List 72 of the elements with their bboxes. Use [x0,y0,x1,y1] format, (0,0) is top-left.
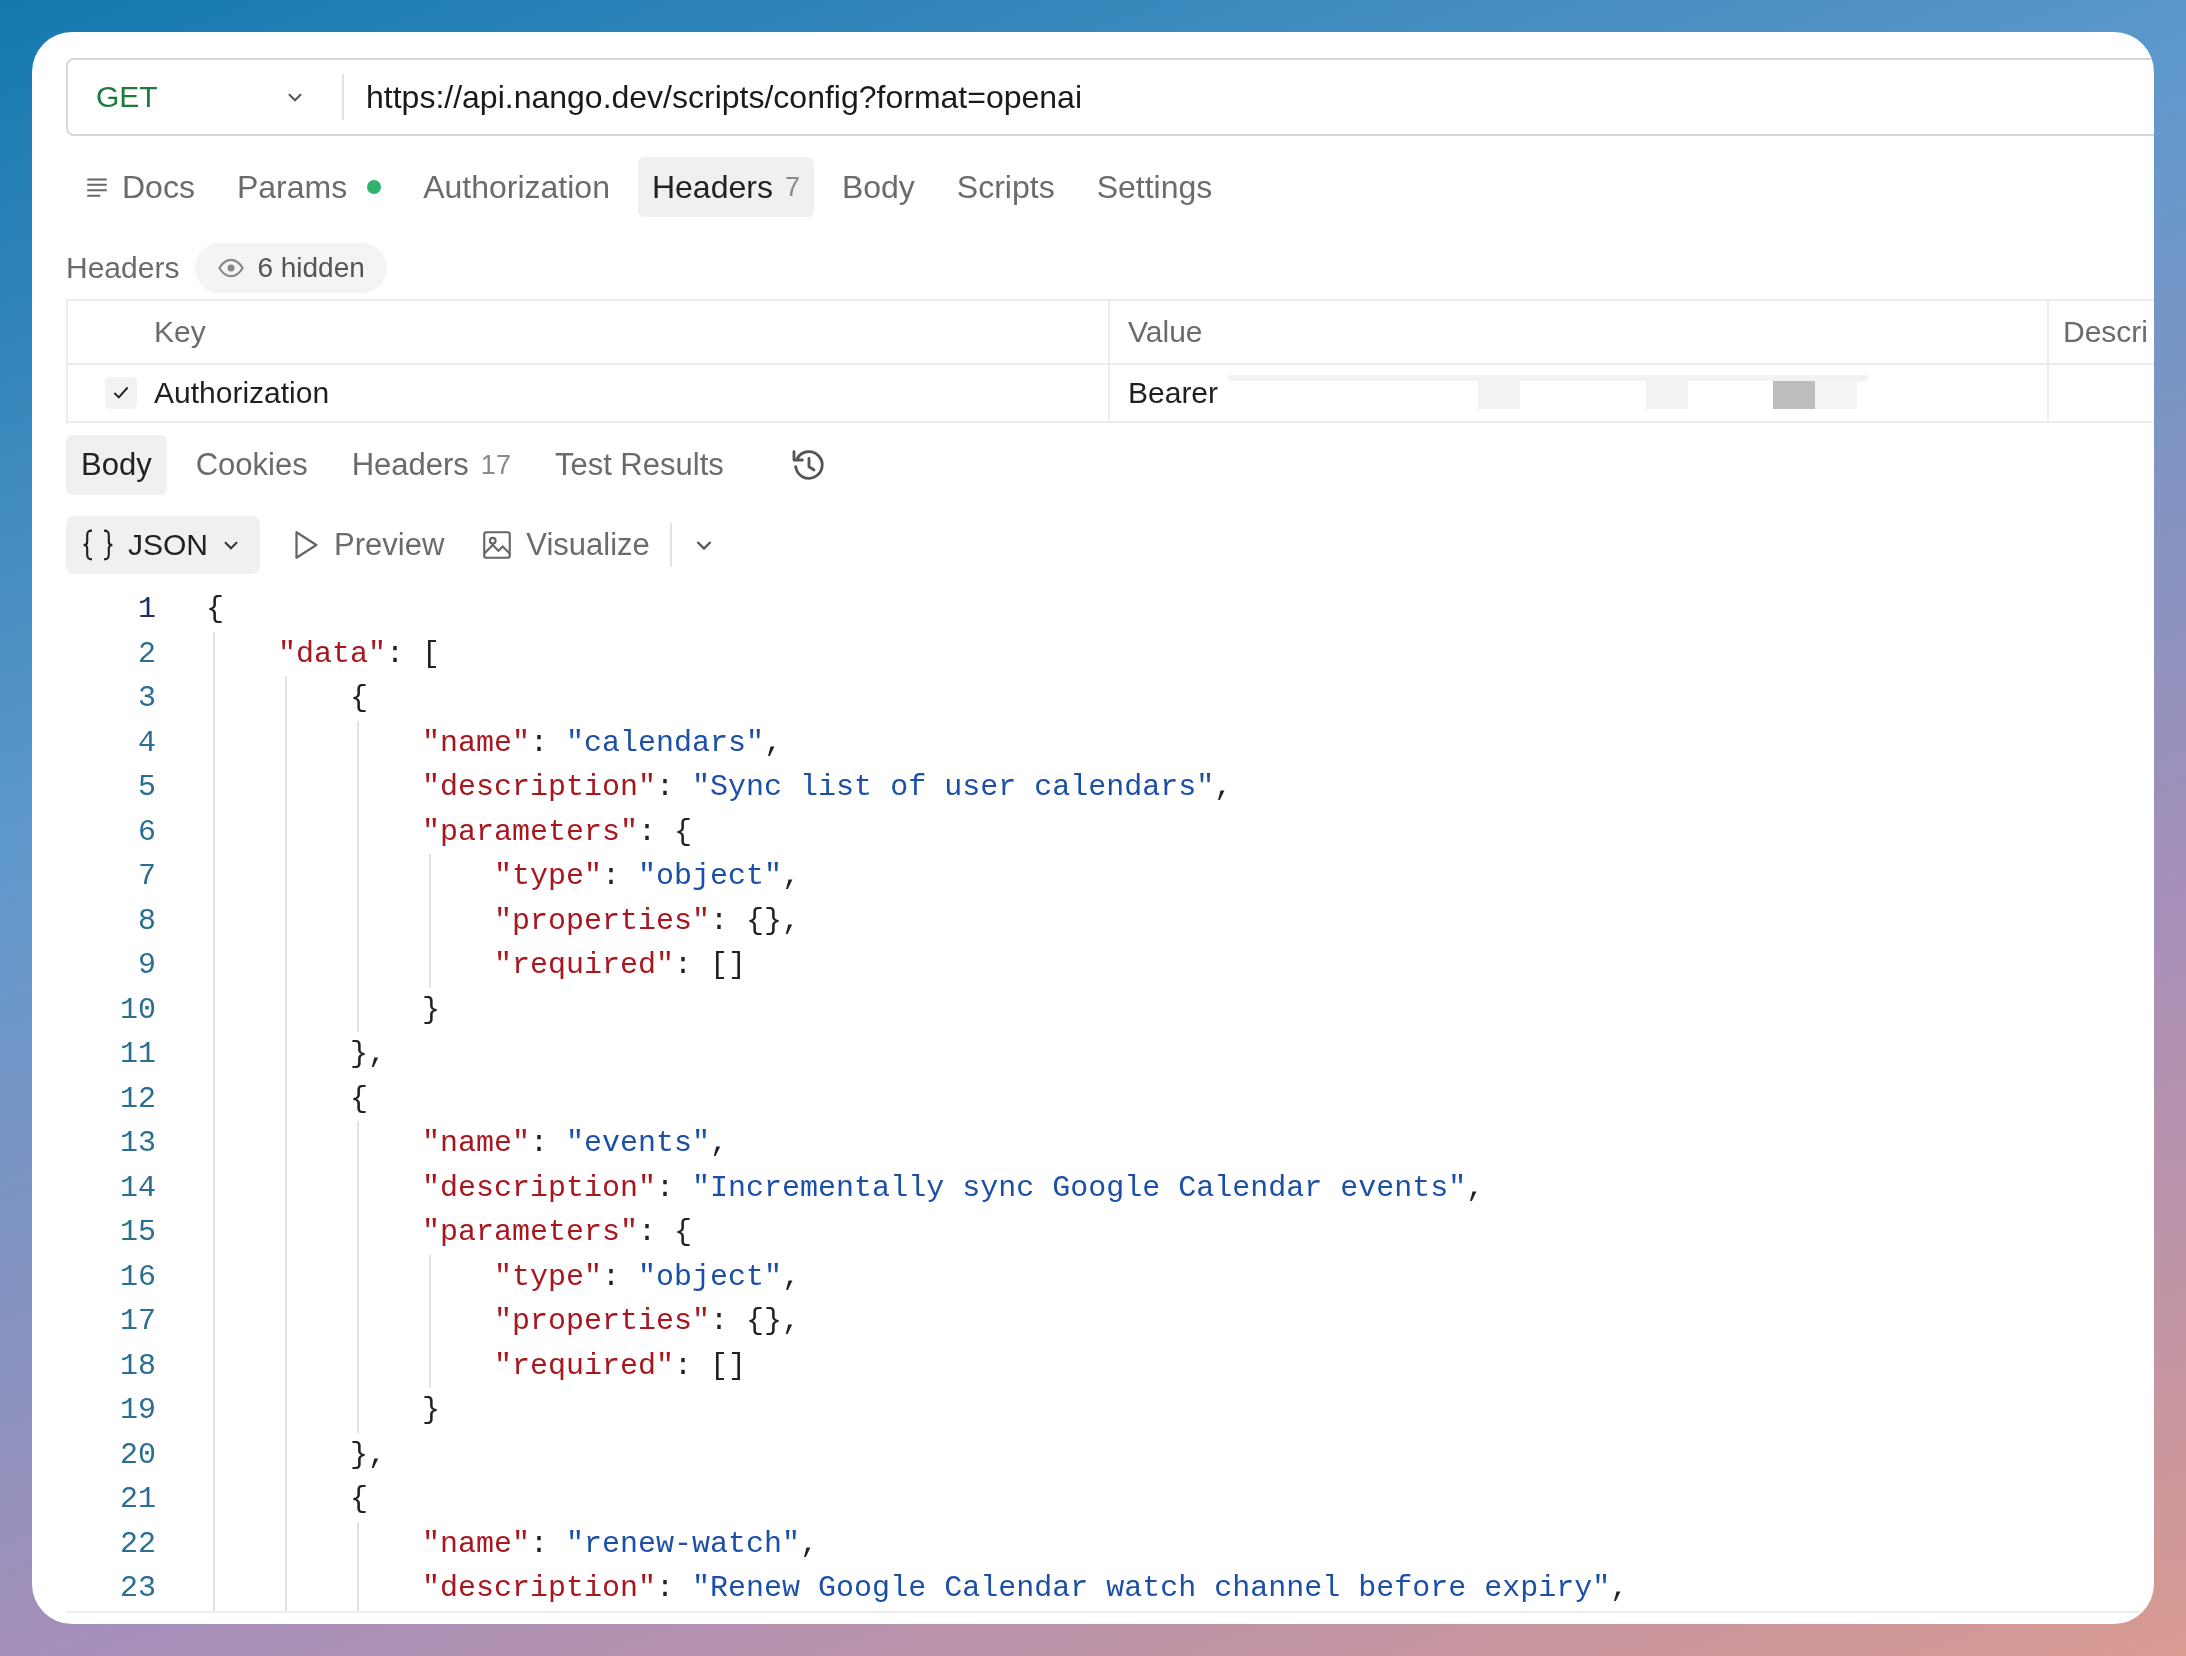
table-cell: Bearer [1128,376,1219,410]
code-line: "type": "object", [494,1259,801,1294]
code-line: { [206,592,224,627]
code-line: "properties": {}, [494,1304,801,1339]
line-number: 1 [137,592,156,627]
line-number: 12 [119,1081,156,1116]
line-number: 9 [137,948,156,983]
line-number: 10 [119,992,156,1027]
code-line: "properties": {}, [494,903,801,938]
code-line: "parameters": { [422,1215,693,1250]
visualize-button[interactable]: Visualize [472,516,658,574]
code-line: { [350,1482,369,1517]
line-number: 3 [137,681,156,716]
column-header: Descri [2063,315,2148,349]
code-line: "required": [] [494,948,747,983]
request-tab[interactable]: Authorization [409,157,624,217]
line-number: 15 [119,1215,156,1250]
line-number: 4 [137,725,156,760]
line-number: 8 [137,903,156,938]
request-tab[interactable]: Body [827,157,929,217]
request-tab[interactable]: Docs [70,157,209,217]
response-tab[interactable]: Test Results [539,435,739,495]
hidden-headers-button[interactable]: 6 hidden [195,243,387,293]
line-number: 6 [137,814,156,849]
code-line: "name": "events", [422,1126,729,1161]
status-dot [367,180,382,194]
code-line: } [422,1393,441,1428]
code-line: "data": [ [278,636,441,671]
code-line: "description": "Incrementally sync Google Calendar events", [422,1170,1485,1205]
code-line: "name": "calendars", [422,725,783,760]
line-number: 19 [119,1393,156,1428]
url-bar[interactable]: GET https://api.nango.dev/scripts/config?format=openai [66,58,2154,136]
section-title: Headers [66,251,180,285]
code-line: { [350,1081,369,1116]
response-tab[interactable]: Body [66,435,167,495]
line-number: 7 [137,859,156,894]
line-number: 11 [119,1037,156,1072]
code-line: }, [350,1437,387,1472]
line-number: 14 [119,1170,156,1205]
table-cell: Authorization [154,376,330,410]
line-number: 18 [119,1348,156,1383]
column-header: Key [154,315,206,349]
checkbox[interactable] [105,377,137,409]
response-tab[interactable]: Cookies [180,435,323,495]
preview-button[interactable]: Preview [280,516,453,574]
line-number: 2 [137,636,156,671]
code-line: "parameters": { [422,814,693,849]
response-tab[interactable]: Headers 17 [336,435,526,495]
code-line: } [422,992,441,1027]
method-dropdown[interactable]: GET [68,74,344,120]
format-dropdown[interactable]: JSON [66,516,260,574]
line-number: 23 [119,1571,156,1606]
line-number: 5 [137,770,156,805]
code-line: "required": [] [494,1348,747,1383]
code-line: "description": "Sync list of user calendars", [422,770,1233,805]
request-tab[interactable]: Params [222,157,396,217]
request-tab[interactable]: Scripts [942,157,1069,217]
code-line: "description": "Renew Google Calendar watch channel before expiry", [422,1571,1629,1606]
line-number: 22 [119,1526,156,1561]
code-line: "name": "renew-watch", [422,1526,819,1561]
code-line: { [350,681,369,716]
code-line: }, [350,1037,387,1072]
line-number: 17 [119,1304,156,1339]
code-line: "type": "object", [494,859,801,894]
line-number: 13 [119,1126,156,1161]
line-number: 20 [119,1437,156,1472]
line-number: 21 [119,1482,156,1517]
line-number: 16 [119,1259,156,1294]
request-tab[interactable]: Settings [1082,157,1227,217]
column-header: Value [1128,315,1203,349]
url-field[interactable]: https://api.nango.dev/scripts/config?format=openai [344,78,1082,116]
request-tab[interactable]: Headers 7 [637,157,814,217]
